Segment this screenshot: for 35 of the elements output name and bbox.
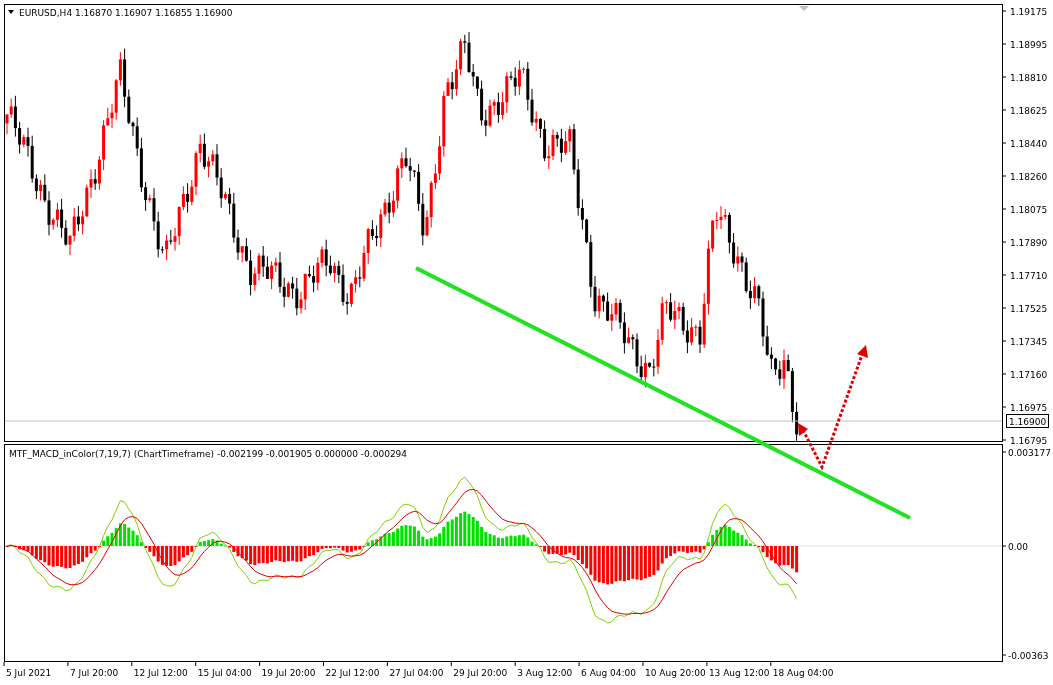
price-label: 1.18995: [1010, 40, 1048, 50]
chart-header: EURUSD,H4 1.16870 1.16907 1.16855 1.16900: [19, 8, 233, 18]
price-label: 1.16975: [1010, 403, 1048, 413]
price-label: 1.17160: [1010, 370, 1048, 380]
time-label: 13 Aug 12:00: [708, 668, 770, 678]
price-label: 1.19175: [1010, 7, 1048, 17]
time-label: 12 Jul 12:00: [133, 668, 188, 678]
price-label: 1.16795: [1010, 436, 1048, 446]
time-label: 19 Jul 20:00: [261, 668, 316, 678]
time-label: 27 Jul 04:00: [389, 668, 444, 678]
shift-marker-icon: [799, 6, 809, 11]
price-label: 1.18260: [1010, 172, 1048, 182]
time-label: 18 Aug 04:00: [772, 668, 834, 678]
dropdown-caret-icon[interactable]: [8, 10, 14, 14]
indicator-scale-label: -0.00363: [1008, 651, 1049, 661]
time-label: 5 Jul 2021: [6, 668, 52, 678]
time-label: 3 Aug 12:00: [517, 668, 573, 678]
price-label: 1.17710: [1010, 271, 1048, 281]
time-label: 22 Jul 12:00: [325, 668, 380, 678]
time-label: 6 Aug 04:00: [581, 668, 637, 678]
price-label: 1.18075: [1010, 205, 1048, 215]
price-label: 1.17345: [1010, 337, 1048, 347]
price-label: 1.18440: [1010, 139, 1048, 149]
indicator-scale-label: 0.00: [1008, 542, 1029, 552]
indicator-scale-label: 0.003177: [1008, 448, 1051, 458]
price-label: 1.18625: [1010, 106, 1048, 116]
price-label: 1.17525: [1010, 304, 1048, 314]
current-price-label: 1.16900: [1006, 414, 1049, 428]
price-label: 1.18810: [1010, 73, 1048, 83]
time-label: 7 Jul 20:00: [69, 668, 119, 678]
time-label: 29 Jul 20:00: [453, 668, 508, 678]
indicator-header: MTF_MACD_inColor(7,19,7) (ChartTimeframe) -0.002199 -0.001905 0.000000 -0.000294: [9, 449, 408, 459]
price-label: 1.17890: [1010, 238, 1048, 248]
time-label: 15 Jul 04:00: [197, 668, 252, 678]
time-label: 10 Aug 20:00: [645, 668, 706, 678]
